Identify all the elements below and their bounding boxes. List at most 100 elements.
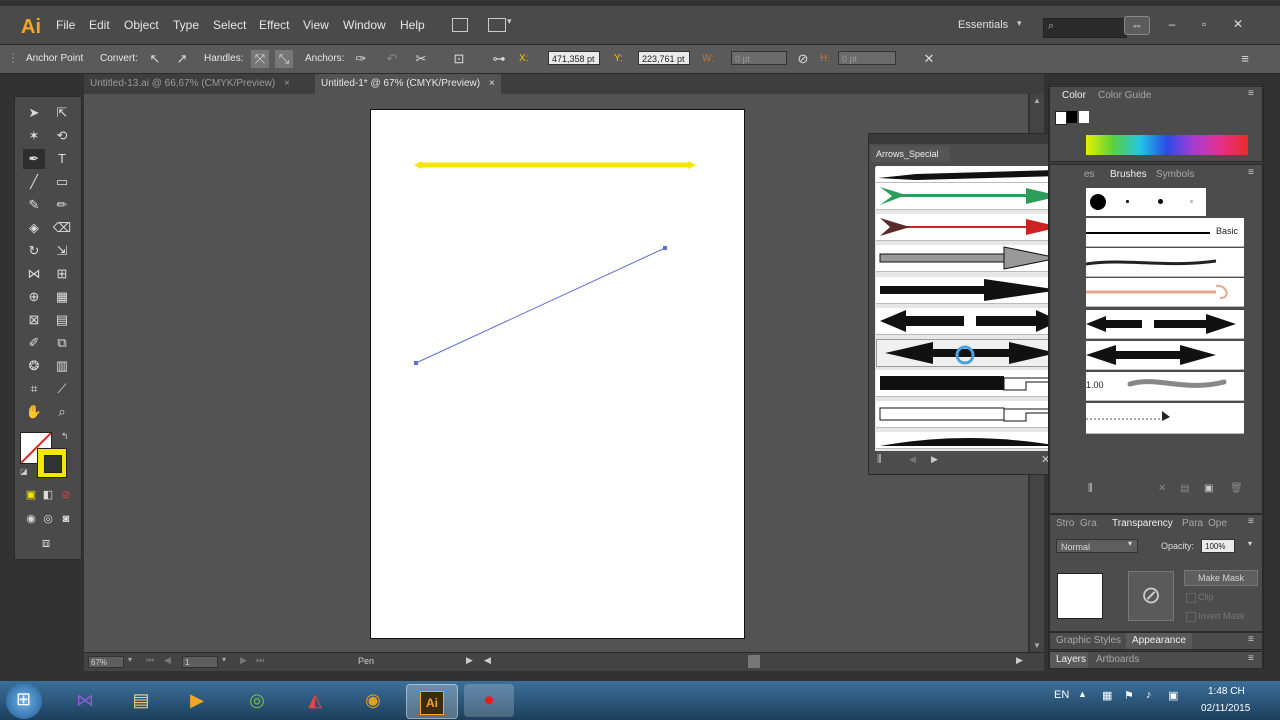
gradient-tool-icon[interactable]: ▤ (51, 310, 73, 330)
network-icon[interactable]: ▦ (1102, 689, 1112, 702)
remove-stroke-icon[interactable]: ✕ (1158, 483, 1166, 494)
zoom-tool-icon[interactable]: ⌕ (51, 402, 73, 422)
blend-mode-select[interactable]: Normal (1056, 539, 1138, 553)
panel-menu-icon[interactable]: ≡ (1248, 516, 1254, 527)
zoom-field[interactable]: 67% (88, 656, 124, 668)
tab-artboards[interactable]: Artboards (1096, 654, 1139, 665)
security-icon[interactable]: ▣ (1168, 689, 1178, 702)
last-artboard-icon[interactable]: ⏭ (256, 655, 264, 666)
brush-row[interactable] (1086, 341, 1244, 370)
show-handles-icon[interactable]: ⤧ (251, 50, 269, 68)
close-icon[interactable]: × (489, 78, 495, 89)
opacity-field[interactable]: 100% (1201, 539, 1235, 553)
panel-menu-icon[interactable]: ≡ (1248, 634, 1254, 645)
camtasia-icon[interactable]: ◭ (290, 684, 340, 717)
chevron-down-icon[interactable]: ▾ (1017, 18, 1022, 29)
menu-type[interactable]: Type (173, 18, 199, 32)
tab-graphic-styles[interactable]: Graphic Styles (1056, 635, 1121, 646)
cut-path-icon[interactable]: ✂ (412, 50, 430, 68)
arrow-brush-row[interactable] (876, 277, 1064, 304)
visual-studio-icon[interactable]: ⋈ (60, 684, 110, 717)
hide-handles-icon[interactable]: ⤡ (275, 50, 293, 68)
chevron-down-icon[interactable]: ▾ (222, 655, 226, 664)
scroll-left-icon[interactable]: ◀ (484, 655, 491, 666)
stroke-swatch[interactable] (37, 448, 67, 478)
menu-effect[interactable]: Effect (259, 18, 289, 32)
tab-gradient[interactable]: Gra (1080, 518, 1097, 529)
y-field[interactable]: 223,761 pt (638, 51, 690, 65)
type-tool-icon[interactable]: T (51, 149, 73, 169)
tab-opentype[interactable]: Ope (1208, 518, 1227, 529)
menu-window[interactable]: Window (343, 18, 386, 32)
tab-color[interactable]: Color (1062, 90, 1086, 101)
brush-row[interactable] (1086, 403, 1244, 434)
tab-paragraph[interactable]: Para (1182, 518, 1203, 529)
arrow-brush-row[interactable] (876, 245, 1064, 272)
w-field[interactable]: 0 pt (731, 51, 787, 65)
close-button[interactable]: ✕ (1226, 16, 1250, 33)
symbol-sprayer-tool-icon[interactable]: ❂ (23, 356, 45, 376)
workspace-switcher[interactable]: Essentials (958, 19, 1008, 31)
menu-file[interactable]: File (56, 18, 75, 32)
make-mask-button[interactable]: Make Mask (1184, 570, 1258, 586)
artboard-field[interactable]: 1 (182, 656, 218, 668)
horizontal-scroll-thumb[interactable] (748, 655, 760, 668)
previous-artboard-icon[interactable]: ◀ (164, 655, 171, 666)
scroll-right-icon[interactable]: ▶ (1016, 655, 1023, 666)
convert-smooth-icon[interactable]: ↗ (173, 50, 191, 68)
mesh-tool-icon[interactable]: ⊠ (23, 310, 45, 330)
isolate-icon[interactable]: ⊡ (450, 50, 468, 68)
h-field[interactable]: 0 pt (838, 51, 896, 65)
chevron-down-icon[interactable]: ▾ (128, 655, 132, 664)
resize-window-button[interactable]: ⇔ (1124, 16, 1150, 35)
white-swatch[interactable] (1079, 111, 1089, 123)
eyedropper-tool-icon[interactable]: ✐ (23, 333, 45, 353)
tab-color-guide[interactable]: Color Guide (1098, 90, 1151, 101)
arrow-brush-row[interactable] (876, 308, 1064, 335)
none-mode-icon[interactable]: ⊘ (55, 485, 77, 505)
status-menu-icon[interactable]: ▶ (466, 655, 473, 666)
line-tool-icon[interactable]: ╱ (23, 172, 45, 192)
brush-library-menu-icon[interactable]: ⫼ (1088, 483, 1093, 494)
scale-tool-icon[interactable]: ⇲ (51, 241, 73, 261)
close-icon[interactable]: × (284, 78, 290, 89)
panel-menu-icon[interactable]: ≡ (1236, 50, 1254, 68)
panel-menu-icon[interactable]: ≡ (1248, 88, 1254, 99)
arrange-documents-icon[interactable] (488, 18, 506, 32)
brush-thumb-medium[interactable] (1158, 199, 1163, 204)
tab-transparency[interactable]: Transparency (1112, 518, 1173, 529)
artboard-tool-icon[interactable]: ⌗ (23, 379, 45, 399)
next-artboard-icon[interactable]: ▶ (240, 655, 247, 666)
minimize-button[interactable]: ‒ (1160, 16, 1184, 33)
start-button[interactable]: ⊞ (6, 683, 42, 719)
brush-thumb-small[interactable] (1126, 200, 1129, 203)
chevron-down-icon[interactable]: ▾ (1248, 539, 1252, 548)
column-graph-tool-icon[interactable]: ▥ (51, 356, 73, 376)
selected-path[interactable] (415, 247, 666, 364)
new-brush-icon[interactable]: ▣ (1204, 483, 1213, 494)
clock-date[interactable]: 02/11/2015 (1201, 703, 1250, 714)
panel-menu-icon[interactable]: ≡ (1248, 167, 1254, 178)
brush-basic-row[interactable]: Basic (1086, 218, 1244, 247)
draw-inside-icon[interactable]: ◙ (55, 509, 77, 529)
tab-swatches[interactable]: es (1084, 169, 1095, 180)
arrow-brush-row[interactable] (876, 370, 1064, 397)
lasso-tool-icon[interactable]: ⟲ (51, 126, 73, 146)
tab-symbols[interactable]: Symbols (1156, 169, 1194, 180)
volume-icon[interactable]: ♪ (1146, 689, 1152, 701)
recorder-icon[interactable]: ⏺ (464, 684, 514, 717)
x-field[interactable]: 471,358 pt (548, 51, 600, 65)
blob-brush-tool-icon[interactable]: ◈ (23, 218, 45, 238)
convert-corner-icon[interactable]: ↖ (146, 50, 164, 68)
anchor-point-end[interactable] (663, 246, 667, 250)
anchor-point-start[interactable] (414, 361, 418, 365)
hand-tool-icon[interactable]: ✋ (23, 402, 45, 422)
coccoc-browser-icon[interactable]: ◎ (232, 684, 282, 717)
paintbrush-tool-icon[interactable]: ✎ (23, 195, 45, 215)
width-tool-icon[interactable]: ⋈ (23, 264, 45, 284)
flag-icon[interactable]: ⚑ (1124, 689, 1134, 702)
panel-menu-icon[interactable]: ≡ (1248, 653, 1254, 664)
first-artboard-icon[interactable]: ⏮ (146, 655, 154, 666)
menu-edit[interactable]: Edit (89, 18, 110, 32)
pen-tool-icon[interactable]: ✒ (23, 149, 45, 169)
